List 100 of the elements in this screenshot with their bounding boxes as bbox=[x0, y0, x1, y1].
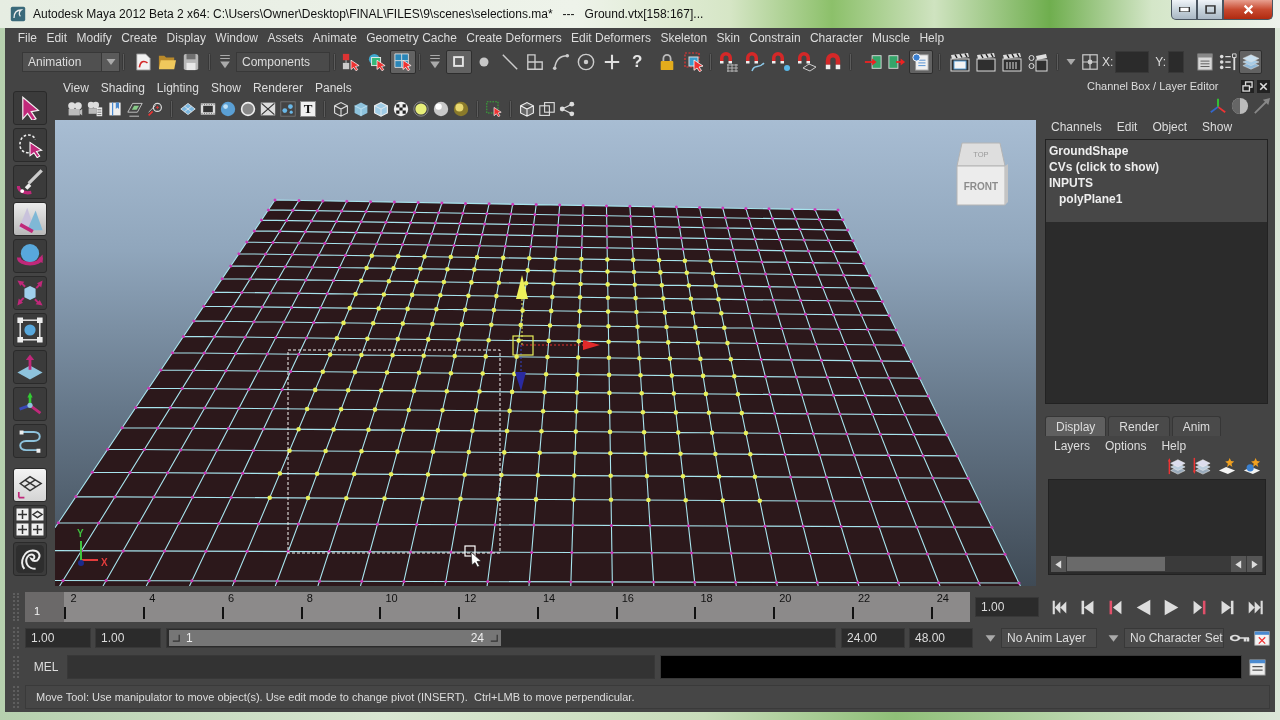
menu-item[interactable]: Assets bbox=[262, 30, 309, 45]
horizontal-scrollbar[interactable] bbox=[1051, 556, 1263, 572]
character-set-field[interactable]: No Character Set bbox=[1124, 628, 1224, 648]
soft-modification-button[interactable] bbox=[13, 350, 47, 384]
collapse-arrow-icon[interactable] bbox=[429, 54, 441, 69]
start-time-field[interactable]: 1.00 bbox=[25, 628, 91, 648]
menu-item[interactable]: Modify bbox=[71, 30, 117, 45]
end-time-field[interactable]: 48.00 bbox=[909, 628, 973, 648]
menu-item[interactable]: Constrain bbox=[744, 30, 806, 45]
time-slider[interactable]: 1 2 4 6 8 10 12 14 16 18 20 22 24 bbox=[25, 592, 970, 622]
scroll-right-button[interactable] bbox=[1247, 556, 1262, 572]
channel-box-row[interactable]: polyPlane1 bbox=[1059, 191, 1123, 207]
layers-down-icon[interactable] bbox=[1193, 457, 1211, 475]
scroll-left-button[interactable] bbox=[1231, 556, 1246, 572]
panel-menu-item[interactable]: Lighting bbox=[150, 81, 205, 95]
collapse-arrow-icon[interactable] bbox=[219, 54, 231, 69]
channel-menu-item[interactable]: Show bbox=[1198, 120, 1237, 134]
construction-history-button[interactable] bbox=[909, 49, 933, 74]
playback-start-field[interactable]: 1.00 bbox=[95, 628, 161, 648]
panel-menu-item[interactable]: Show bbox=[204, 81, 247, 95]
channel-menu-item[interactable]: Edit bbox=[1112, 120, 1142, 134]
last-tool-button[interactable] bbox=[13, 424, 47, 458]
skip-to-start-icon[interactable] bbox=[1050, 598, 1068, 616]
maximize-button[interactable] bbox=[1197, 0, 1223, 20]
select-tool-button[interactable] bbox=[13, 91, 47, 125]
script-window-icon[interactable] bbox=[1249, 658, 1266, 676]
tri-axis-icon[interactable] bbox=[1209, 97, 1227, 115]
book-icon[interactable] bbox=[107, 101, 123, 117]
menu-item[interactable]: Create Deformers bbox=[461, 30, 567, 45]
crossed-window-icon[interactable] bbox=[1254, 630, 1270, 646]
misc-mask-button[interactable]: ? bbox=[624, 49, 650, 74]
component-mode-button[interactable] bbox=[390, 49, 416, 74]
camera-list-icon[interactable] bbox=[87, 101, 103, 117]
panel-menu-item[interactable]: Shading bbox=[94, 81, 151, 95]
menu-item[interactable]: Edit Deformers bbox=[566, 30, 656, 45]
dashed-select-icon[interactable] bbox=[486, 101, 502, 117]
panel-menu-item[interactable]: Panels bbox=[308, 81, 358, 95]
tool-logo-button[interactable] bbox=[13, 542, 47, 576]
channel-box-row[interactable]: INPUTS bbox=[1049, 175, 1093, 191]
shiny-sphere-icon[interactable] bbox=[433, 101, 449, 117]
film-strip-icon[interactable] bbox=[200, 101, 216, 117]
wire-cube-icon[interactable] bbox=[333, 101, 349, 117]
menu-item[interactable]: Geometry Cache bbox=[361, 30, 462, 45]
current-frame-marker[interactable]: 1 bbox=[25, 592, 65, 622]
wire-grid-icon[interactable] bbox=[180, 101, 196, 117]
close-button[interactable] bbox=[1223, 0, 1273, 20]
image-plane-icon[interactable] bbox=[127, 101, 143, 117]
language-button[interactable]: MEL bbox=[25, 656, 67, 678]
magnifier-icon[interactable] bbox=[147, 101, 163, 117]
lasso-tool-button[interactable] bbox=[13, 128, 47, 162]
channel-box-row[interactable]: GroundShape bbox=[1049, 143, 1129, 159]
sphere-icon[interactable] bbox=[220, 101, 236, 117]
layer-star-icon[interactable] bbox=[1218, 457, 1236, 475]
layer-tab[interactable]: Render bbox=[1108, 416, 1170, 436]
menu-item[interactable]: Display bbox=[161, 30, 211, 45]
menu-set-dropdown[interactable]: Animation bbox=[22, 51, 120, 72]
universal-manipulator-button[interactable] bbox=[13, 313, 47, 347]
layers-up-icon[interactable] bbox=[1168, 457, 1186, 475]
menu-item[interactable]: Skeleton bbox=[655, 30, 712, 45]
hud-toggle-button[interactable]: T bbox=[300, 101, 316, 117]
ring-icon[interactable] bbox=[240, 101, 256, 117]
key-icon[interactable] bbox=[1230, 632, 1250, 644]
layer-tab[interactable]: Anim bbox=[1171, 416, 1222, 436]
channel-box-button[interactable] bbox=[1239, 49, 1263, 74]
half-circle-icon[interactable] bbox=[1231, 97, 1249, 115]
range-slider-bar[interactable]: 1 24 bbox=[169, 630, 501, 646]
skip-to-end-icon[interactable] bbox=[1246, 598, 1264, 616]
shaded-cube-icon[interactable] bbox=[353, 101, 369, 117]
panel-menu-item[interactable]: View bbox=[57, 81, 95, 95]
layer-tab[interactable]: Display bbox=[1045, 416, 1107, 436]
point-mask-button[interactable] bbox=[446, 49, 472, 74]
scale-tool-button[interactable] bbox=[13, 276, 47, 310]
menu-item[interactable]: Edit bbox=[41, 30, 72, 45]
menu-item[interactable]: Create bbox=[116, 30, 162, 45]
show-manipulator-button[interactable] bbox=[13, 387, 47, 421]
glow-dot-icon[interactable] bbox=[413, 101, 429, 117]
crossed-box-icon[interactable] bbox=[260, 101, 276, 117]
menu-item[interactable]: File bbox=[13, 30, 42, 45]
dots-icon[interactable] bbox=[280, 101, 296, 117]
channel-menu-item[interactable]: Object bbox=[1148, 120, 1192, 134]
menu-item[interactable]: Animate bbox=[308, 30, 362, 45]
close-icon[interactable] bbox=[1257, 79, 1270, 93]
coordinate-field[interactable] bbox=[1168, 50, 1185, 73]
current-time-field[interactable]: 1.00 bbox=[975, 597, 1039, 617]
camera-icon[interactable] bbox=[67, 101, 83, 117]
target-square-icon[interactable] bbox=[1082, 53, 1098, 70]
scroll-left-button[interactable] bbox=[1051, 556, 1066, 572]
range-slider-track[interactable]: 1 24 bbox=[166, 628, 836, 648]
play-icon[interactable] bbox=[1162, 598, 1180, 616]
minimize-button[interactable] bbox=[1171, 0, 1197, 20]
layer-menu-item[interactable]: Help bbox=[1157, 439, 1191, 453]
selection-mode-dropdown[interactable]: Components bbox=[236, 51, 330, 72]
menu-item[interactable]: Muscle bbox=[867, 30, 915, 45]
overlap-squares-icon[interactable] bbox=[539, 101, 555, 117]
caret-icon[interactable] bbox=[1108, 632, 1119, 644]
paint-select-tool-button[interactable] bbox=[13, 165, 47, 199]
layer-sphere-icon[interactable] bbox=[1243, 457, 1261, 475]
coordinate-field[interactable] bbox=[1115, 50, 1150, 73]
layer-menu-item[interactable]: Layers bbox=[1050, 439, 1095, 453]
move-tool-button[interactable] bbox=[13, 202, 47, 236]
